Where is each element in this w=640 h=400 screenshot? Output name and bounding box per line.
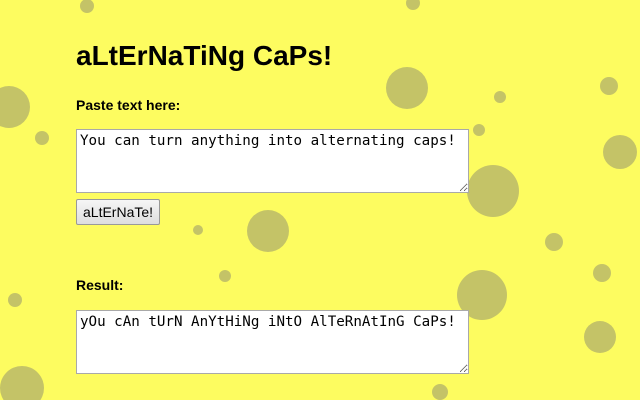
spot — [432, 384, 448, 400]
spot — [584, 321, 616, 353]
spot — [473, 124, 485, 136]
spot — [406, 0, 420, 10]
spot — [467, 165, 519, 217]
spot — [247, 210, 289, 252]
spot — [193, 225, 203, 235]
spot — [600, 77, 618, 95]
spot — [386, 67, 428, 109]
spot — [8, 293, 22, 307]
spot — [219, 270, 231, 282]
alternate-button[interactable]: aLtErNaTe! — [76, 199, 161, 225]
spot — [494, 91, 506, 103]
spot — [0, 366, 44, 400]
spot — [0, 86, 30, 128]
spot — [593, 264, 611, 282]
spot — [80, 0, 94, 13]
paste-text-label: Paste text here: — [76, 97, 181, 113]
result-textarea[interactable]: yOu cAn tUrN AnYtHiNg iNtO AlTeRnAtInG C… — [76, 310, 469, 374]
result-label: Result: — [76, 277, 124, 293]
page-title: aLtErNaTiNg CaPs! — [76, 40, 333, 71]
input-textarea[interactable]: You can turn anything into alternating c… — [76, 129, 469, 193]
spot — [545, 233, 563, 251]
spot — [603, 135, 637, 169]
spot — [35, 131, 49, 145]
